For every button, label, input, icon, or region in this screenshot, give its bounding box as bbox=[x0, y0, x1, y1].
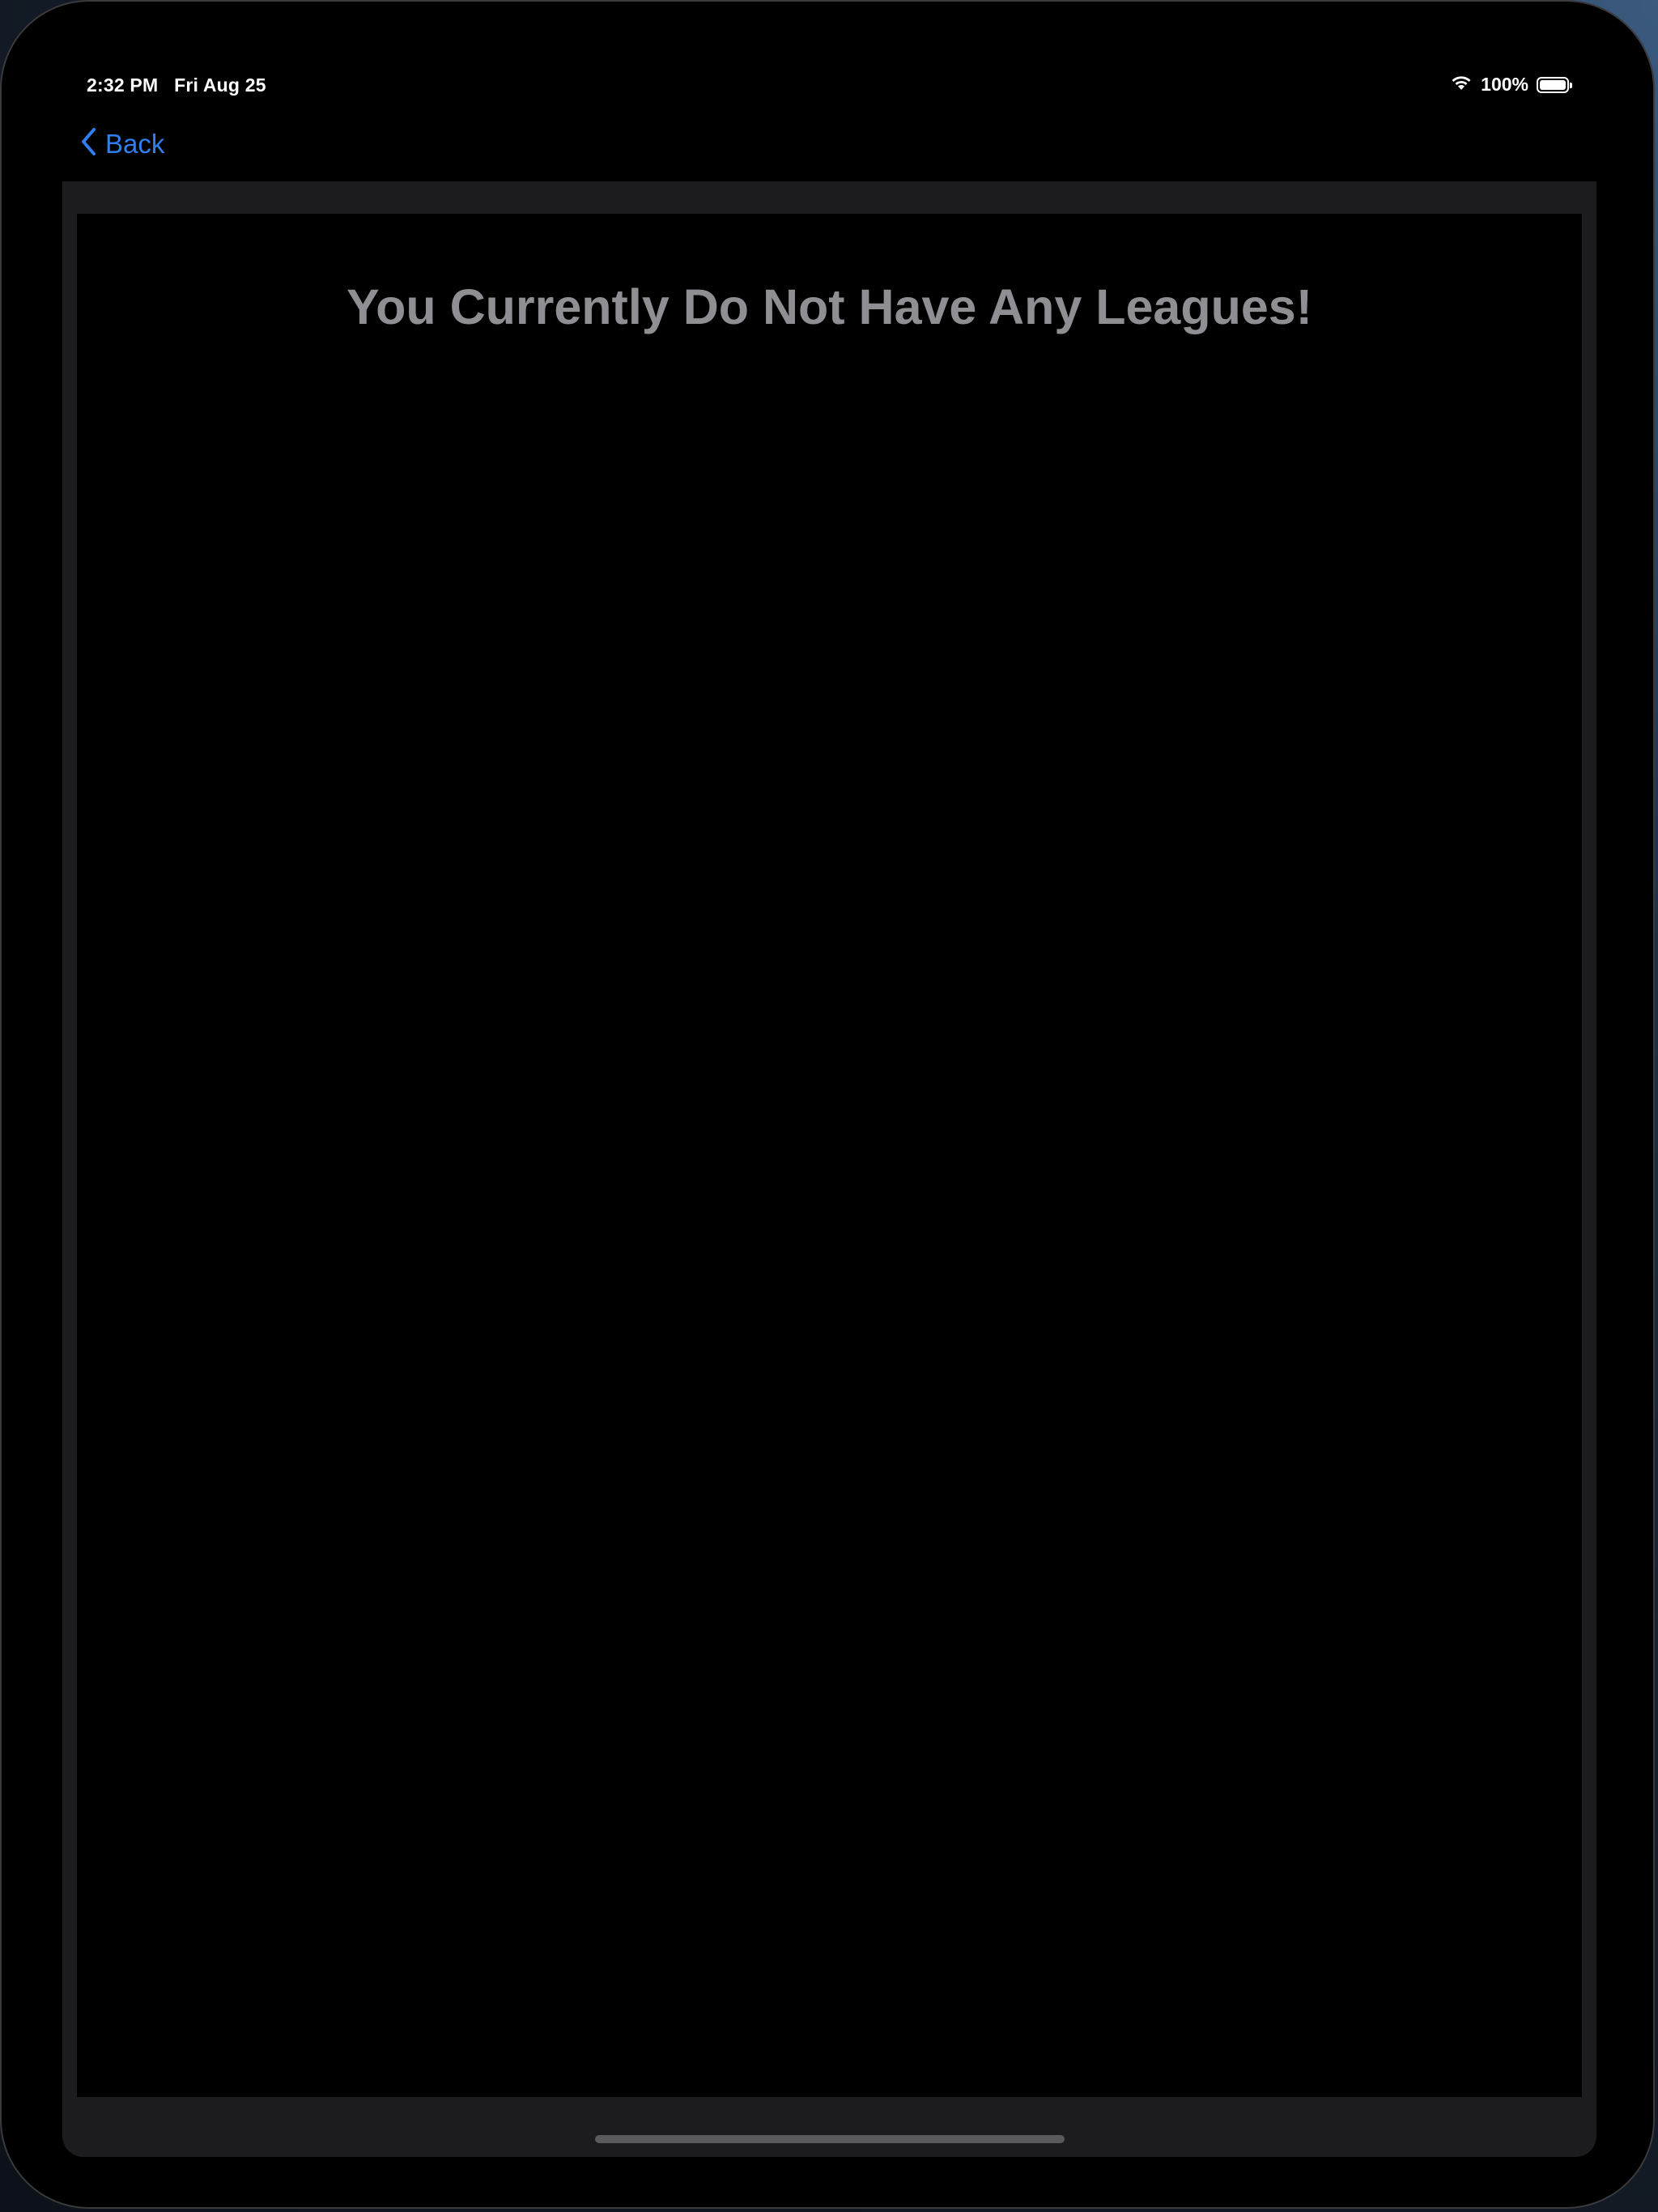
battery-fill bbox=[1540, 79, 1566, 90]
chevron-left-icon bbox=[79, 126, 97, 161]
status-time: 2:32 PM Fri Aug 25 bbox=[87, 74, 266, 96]
back-label: Back bbox=[105, 128, 165, 159]
battery-cap bbox=[1570, 82, 1572, 88]
empty-state-message: You Currently Do Not Have Any Leagues! bbox=[346, 279, 1313, 334]
navigation-bar: Back bbox=[2, 115, 1653, 180]
back-button[interactable]: Back bbox=[79, 126, 164, 161]
battery-percent: 100% bbox=[1481, 74, 1528, 95]
status-bar: 2:32 PM Fri Aug 25 100% bbox=[2, 2, 1653, 115]
wifi-icon bbox=[1450, 74, 1473, 96]
status-indicators: 100% bbox=[1450, 74, 1572, 96]
leagues-list-area: You Currently Do Not Have Any Leagues! bbox=[77, 214, 1582, 2097]
ipad-screen: 2:32 PM Fri Aug 25 100% Back You Current… bbox=[0, 0, 1655, 2209]
battery-icon bbox=[1537, 76, 1572, 93]
home-indicator[interactable] bbox=[595, 2135, 1065, 2143]
modal-sheet: You Currently Do Not Have Any Leagues! bbox=[62, 181, 1596, 2157]
